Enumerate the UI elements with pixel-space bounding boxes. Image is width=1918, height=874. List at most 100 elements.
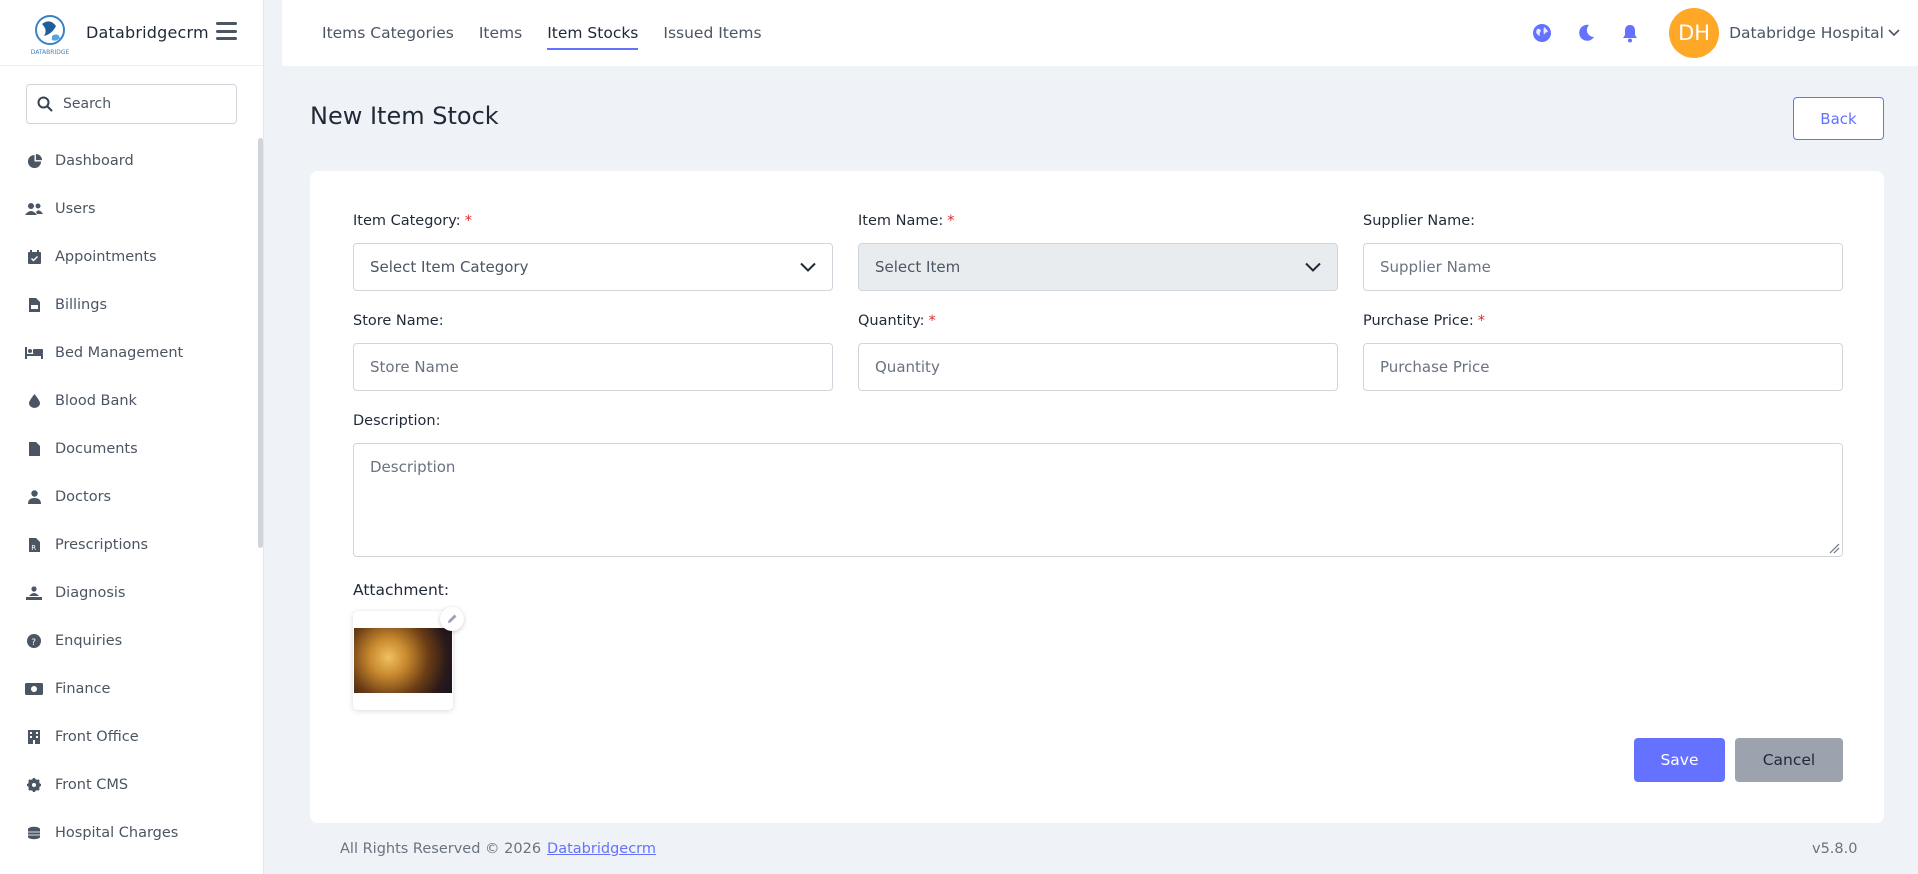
chevron-down-icon	[800, 262, 816, 272]
description-label: Description:	[353, 413, 441, 429]
sidebar-item-users[interactable]: Users	[0, 185, 263, 233]
sidebar-item-blood-bank[interactable]: Blood Bank	[0, 377, 263, 425]
diagnosis-icon	[25, 584, 43, 602]
svg-text:DATABRIDGE: DATABRIDGE	[31, 49, 70, 56]
sidebar: DATABRIDGE Databridgecrm Dashboard Users A…	[0, 0, 264, 874]
copyright-text: All Rights Reserved © 2026	[340, 841, 542, 857]
item-category-select[interactable]: Select Item Category	[353, 243, 833, 291]
sidebar-item-dashboard[interactable]: Dashboard	[0, 137, 263, 185]
item-name-select[interactable]: Select Item	[858, 243, 1338, 291]
sidebar-item-hospital-charges[interactable]: Hospital Charges	[0, 809, 263, 857]
building-icon	[25, 728, 43, 746]
file-icon	[25, 440, 43, 458]
sidebar-item-label: Blood Bank	[55, 393, 137, 409]
brand-name: Databridgecrm	[86, 23, 209, 42]
resize-handle-icon[interactable]	[1828, 542, 1840, 554]
purchase-price-field[interactable]	[1363, 343, 1843, 391]
item-stock-form: Item Category: * Select Item Category Ite…	[310, 171, 1884, 823]
user-name[interactable]: Databridge Hospital	[1729, 24, 1884, 42]
chevron-down-icon[interactable]	[1888, 29, 1900, 37]
sidebar-item-label: Users	[55, 201, 96, 217]
globe-icon[interactable]	[1531, 22, 1553, 44]
users-icon	[25, 200, 43, 218]
item-category-value: Select Item Category	[370, 258, 529, 276]
supplier-name-input[interactable]	[1380, 258, 1826, 276]
sidebar-item-ipd-opd[interactable]: IPD/OPD	[0, 857, 263, 874]
coins-icon	[25, 824, 43, 842]
avatar[interactable]: DH	[1669, 8, 1720, 58]
supplier-name-label: Supplier Name:	[1363, 213, 1476, 229]
sidebar-item-doctors[interactable]: Doctors	[0, 473, 263, 521]
sidebar-item-diagnosis[interactable]: Diagnosis	[0, 569, 263, 617]
sidebar-item-label: Hospital Charges	[55, 825, 179, 841]
store-name-label: Store Name:	[353, 313, 444, 329]
menu-toggle-icon[interactable]	[216, 22, 237, 40]
description-textarea[interactable]	[370, 458, 1826, 548]
sidebar-item-label: Enquiries	[55, 633, 123, 649]
sidebar-item-label: Bed Management	[55, 345, 184, 361]
purchase-price-label: Purchase Price: *	[1363, 313, 1485, 329]
supplier-name-field[interactable]	[1363, 243, 1843, 291]
bell-icon[interactable]	[1619, 22, 1641, 44]
required-marker: *	[1477, 313, 1485, 329]
footer: All Rights Reserved © 2026 Databridgecrm	[340, 841, 656, 857]
sidebar-item-label: Front CMS	[55, 777, 129, 793]
attachment-label: Attachment:	[353, 581, 450, 599]
calendar-icon	[25, 248, 43, 266]
tab-item-stocks[interactable]: Item Stocks	[547, 20, 639, 50]
save-button[interactable]: Save	[1634, 738, 1725, 782]
tab-items[interactable]: Items	[479, 20, 522, 46]
back-button[interactable]: Back	[1793, 97, 1884, 140]
pencil-icon[interactable]	[440, 607, 464, 631]
brand-logo[interactable]: DATABRIDGE	[26, 10, 74, 56]
cancel-button[interactable]: Cancel	[1735, 738, 1843, 782]
description-field[interactable]	[353, 443, 1843, 557]
sidebar-item-label: Appointments	[55, 249, 157, 265]
question-circle-icon: ?	[25, 632, 43, 650]
doctor-icon	[25, 488, 43, 506]
svg-text:?: ?	[31, 638, 36, 648]
quantity-field[interactable]	[858, 343, 1338, 391]
tab-issued-items[interactable]: Issued Items	[663, 20, 761, 46]
quantity-input[interactable]	[875, 358, 1321, 376]
required-marker: *	[928, 313, 936, 329]
search-icon	[37, 96, 53, 112]
svg-text:R: R	[31, 544, 36, 552]
sidebar-item-label: Doctors	[55, 489, 112, 505]
search-input[interactable]	[63, 96, 223, 112]
top-header: Items Categories Items Item Stocks Issued I…	[282, 0, 1918, 66]
sidebar-search[interactable]	[26, 84, 237, 124]
tab-items-categories[interactable]: Items Categories	[322, 20, 454, 46]
sidebar-item-appointments[interactable]: Appointments	[0, 233, 263, 281]
sidebar-item-label: Documents	[55, 441, 138, 457]
sidebar-item-documents[interactable]: Documents	[0, 425, 263, 473]
prescription-icon: R	[25, 536, 43, 554]
brand: DATABRIDGE Databridgecrm	[0, 0, 263, 66]
item-name-label: Item Name: *	[858, 213, 955, 229]
version-label: v5.8.0	[1812, 841, 1858, 857]
sidebar-item-front-office[interactable]: Front Office	[0, 713, 263, 761]
header-actions: DH Databridge Hospital	[1531, 0, 1918, 66]
sidebar-item-enquiries[interactable]: ? Enquiries	[0, 617, 263, 665]
sidebar-item-finance[interactable]: Finance	[0, 665, 263, 713]
sidebar-item-label: Finance	[55, 681, 111, 697]
sidebar-nav: Dashboard Users Appointments Billings Bed Ma…	[0, 137, 263, 874]
footer-link[interactable]: Databridgecrm	[547, 841, 656, 857]
quantity-label: Quantity: *	[858, 313, 936, 329]
sidebar-item-label: Billings	[55, 297, 108, 313]
store-name-field[interactable]	[353, 343, 833, 391]
sidebar-item-bed-management[interactable]: Bed Management	[0, 329, 263, 377]
moon-icon[interactable]	[1575, 22, 1597, 44]
sidebar-scrollbar[interactable]	[258, 138, 263, 548]
tint-icon	[25, 392, 43, 410]
dashboard-icon	[25, 152, 43, 170]
chevron-down-icon	[1305, 262, 1321, 272]
sidebar-item-prescriptions[interactable]: R Prescriptions	[0, 521, 263, 569]
purchase-price-input[interactable]	[1380, 358, 1826, 376]
file-invoice-icon	[25, 296, 43, 314]
attachment-preview	[353, 607, 464, 710]
store-name-input[interactable]	[370, 358, 816, 376]
sidebar-item-front-cms[interactable]: Front CMS	[0, 761, 263, 809]
sidebar-item-billings[interactable]: Billings	[0, 281, 263, 329]
required-marker: *	[947, 213, 955, 229]
